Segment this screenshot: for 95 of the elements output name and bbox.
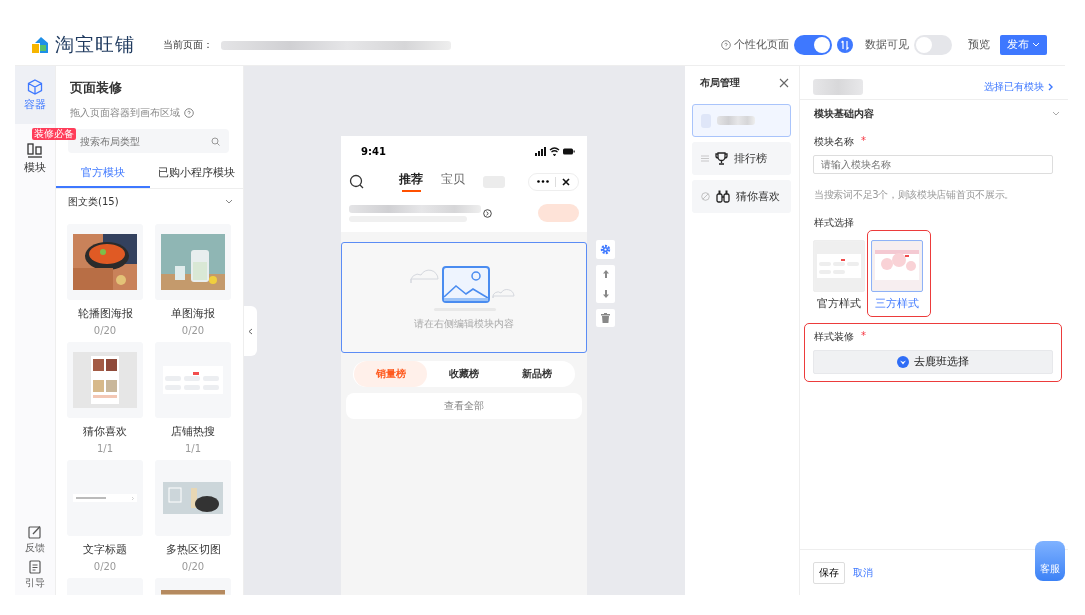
style-option-label: 三方样式 [875,297,919,311]
toggle-label: 数据可见 [865,38,909,52]
rank-tab[interactable]: 新品榜 [500,361,574,388]
badge: 装修必备 [32,128,76,140]
edit-icon [28,525,42,539]
status-time: 9:41 [361,146,386,157]
move-down-icon[interactable] [601,289,610,299]
more-icon [537,180,549,183]
field-label: 模块名称 [814,135,854,149]
cancel-link[interactable]: 取消 [853,565,873,580]
module-count: 0/20 [181,325,205,336]
module-count: 1/1 [96,443,114,454]
publish-button[interactable]: 发布 [1000,35,1047,55]
module-count: 0/20 [93,561,117,572]
style-option[interactable] [871,240,923,292]
phone-tab[interactable]: 推荐 [399,171,423,192]
rail-tab[interactable]: 容器 [15,66,55,124]
panel-title: 布局管理 [700,76,740,90]
module-thumbnail[interactable] [67,224,143,300]
sort-icon[interactable] [837,37,853,53]
logo-icon [31,36,49,54]
logo-text: 淘宝旺铺 [55,32,135,57]
tab[interactable]: 官方模块 [56,161,150,188]
close-icon[interactable] [779,78,789,88]
chevron-down-icon [1032,42,1040,48]
settings-icon[interactable] [600,244,611,255]
blurred-text [813,79,863,95]
style-option-label: 官方样式 [817,297,861,311]
module-hint: 请在右侧编辑模块内容 [414,317,514,331]
module-name: 多热区切图 [165,543,221,557]
layout-item[interactable]: 猜你喜欢 [692,180,791,213]
luban-select-button[interactable]: 去鹿班选择 [813,350,1053,374]
panel-title: 页面装修 [70,79,123,97]
search-icon [211,137,220,146]
rail-button[interactable]: 反馈 [15,525,55,555]
required-mark: * [861,330,866,343]
required-mark: * [861,135,866,148]
chevron-right-icon [1048,83,1053,91]
style-preview-drawing [873,242,921,290]
blocks-icon [27,142,43,158]
module-thumbnail[interactable] [155,342,231,418]
field-label: 样式装修 [814,330,854,344]
binoculars-icon [716,190,730,203]
hint-text: 当搜索词不足3个，则该模块店铺首页不展示。 [814,188,1016,202]
toggle-switch[interactable] [794,35,832,55]
current-page-label: 当前页面： [163,38,213,52]
category-header[interactable]: 图文类(15) [68,195,119,209]
view-all-button[interactable]: 查看全部 [346,393,582,419]
panel-subtitle: 拖入页面容器到画布区域 [70,106,180,120]
chevron-left-icon [248,327,253,335]
module-count: 1/1 [184,443,202,454]
module-name: 轮播图海报 [77,307,133,321]
toggle-label: 个性化页面 [734,38,789,52]
module-thumbnail[interactable] [67,460,143,536]
rank-tab[interactable]: 收藏榜 [427,361,501,388]
module-thumbnail[interactable] [155,460,231,536]
search-icon [349,174,364,189]
luban-logo-icon [897,356,909,368]
module-name: 文字标题 [83,543,127,557]
status-icons [535,147,575,156]
save-button[interactable]: 保存 [813,561,845,584]
layout-item[interactable]: 排行榜 [692,142,791,175]
module-count: 0/20 [93,325,117,336]
module-name: 猜你喜欢 [83,425,127,439]
select-module-link[interactable]: 选择已有模块 [984,80,1053,94]
section-header[interactable]: 模块基础内容 [814,107,874,121]
drag-handle-icon [701,155,709,162]
cube-icon [27,78,43,95]
layout-item-label: 猜你喜欢 [736,189,780,204]
module-name: 单图海报 [171,307,215,321]
module-thumbnail[interactable] [67,342,143,418]
help-icon [721,40,731,50]
toggle-switch[interactable] [914,35,952,55]
collapse-handle[interactable] [244,306,257,356]
blurred-text [717,116,755,125]
module-thumbnail[interactable] [155,224,231,300]
module-name: 店铺热搜 [171,425,215,439]
rail-tab[interactable]: 模块 [15,142,55,177]
module-count: 0/20 [181,561,205,572]
help-icon [184,108,194,118]
rail-button[interactable]: 引导 [15,560,55,590]
layout-item-label: 排行榜 [734,151,767,166]
move-up-icon[interactable] [601,269,610,279]
field-label: 样式选择 [814,216,854,230]
tab[interactable]: 已购小程序模块 [149,161,243,188]
phone-tab[interactable]: 宝贝 [441,171,465,192]
trophy-icon [715,152,728,165]
preview-link[interactable]: 预览 [968,38,990,52]
delete-button[interactable] [596,309,615,327]
document-icon [28,560,42,574]
settings-button[interactable] [596,240,615,259]
arrow-circle-icon [483,208,492,218]
module-name-field[interactable]: 请输入模块名称 [813,155,1053,174]
close-icon [562,177,570,186]
trash-icon [601,313,610,323]
